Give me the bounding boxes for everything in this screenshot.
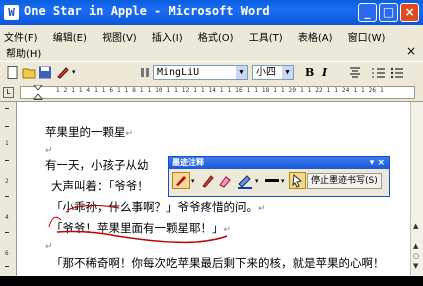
close-button[interactable]: × — [400, 3, 419, 22]
bulleted-list-icon[interactable] — [390, 66, 404, 79]
align-center-icon[interactable] — [348, 66, 362, 79]
save-icon[interactable] — [38, 66, 52, 79]
highlighter-icon[interactable] — [237, 172, 253, 189]
scroll-up-icon[interactable]: ▲ — [413, 222, 418, 230]
word-app-icon[interactable]: W — [4, 5, 19, 20]
menu-edit[interactable]: 编辑(E) — [53, 33, 87, 44]
toolbar-dropdown-icon[interactable]: ▾ — [72, 68, 76, 76]
vertical-scrollbar[interactable]: ▲ ▲ ○ ▼ — [410, 102, 423, 276]
chevron-down-icon[interactable]: ▼ — [282, 66, 293, 79]
close-document-button[interactable]: × — [406, 44, 416, 58]
menu-window[interactable]: 窗口(W) — [348, 33, 386, 44]
font-size-value: 小四 — [256, 67, 276, 78]
palette-close-icon[interactable]: ▾ × — [370, 157, 385, 169]
next-page-icon[interactable]: ▼ — [413, 262, 418, 270]
font-name-value: MingLiU — [157, 67, 200, 78]
chevron-down-icon[interactable]: ▼ — [236, 66, 247, 79]
word-window: W One Star in Apple - Microsoft Word _ □… — [0, 0, 423, 276]
browse-object-icon[interactable]: ○ — [413, 252, 419, 260]
title-bar[interactable]: W One Star in Apple - Microsoft Word _ □… — [0, 0, 423, 25]
indent-marker-icon[interactable] — [33, 85, 43, 100]
toolbar-options-icon[interactable] — [138, 66, 152, 79]
line-style-dropdown-icon[interactable]: ▾ — [281, 177, 285, 185]
palette-title: 墨迹注释 — [172, 158, 204, 167]
highlighter-dropdown-icon[interactable]: ▾ — [255, 177, 259, 185]
menu-help[interactable]: 帮助(H) — [6, 45, 41, 60]
menu-file[interactable]: 文件(F) — [4, 33, 38, 44]
ink-pen-icon[interactable] — [56, 66, 70, 79]
menu-insert[interactable]: 插入(I) — [152, 33, 183, 44]
pen-tool-icon[interactable] — [201, 172, 215, 189]
stop-inking-button[interactable]: 停止墨迹书写(S) — [307, 173, 382, 189]
horizontal-ruler[interactable]: L 1 2 1 1 4 1 1 6 1 1 8 1 1 10 1 1 12 1 … — [0, 84, 423, 102]
menu-bar: 文件(F) 编辑(E) 视图(V) 插入(I) 格式(O) 工具(T) 表格(A… — [0, 26, 423, 60]
open-folder-icon[interactable] — [22, 66, 36, 79]
menu-format[interactable]: 格式(O) — [198, 33, 234, 44]
menu-tools[interactable]: 工具(T) — [249, 33, 283, 44]
select-objects-icon[interactable] — [289, 172, 306, 189]
menu-table[interactable]: 表格(A) — [298, 33, 333, 44]
italic-button[interactable]: I — [322, 66, 327, 79]
window-title: One Star in Apple - Microsoft Word — [24, 4, 270, 18]
ink-pen-color-icon[interactable] — [172, 172, 190, 189]
maximize-button[interactable]: □ — [379, 3, 398, 22]
minimize-button[interactable]: _ — [358, 3, 377, 22]
menu-view[interactable]: 视图(V) — [102, 33, 137, 44]
tab-selector-icon[interactable]: L — [3, 87, 14, 98]
pen-dropdown-icon[interactable]: ▾ — [191, 177, 195, 185]
previous-page-icon[interactable]: ▲ — [413, 242, 418, 250]
new-document-icon[interactable] — [6, 66, 20, 79]
palette-titlebar[interactable]: 墨迹注释 ▾ × — [169, 157, 389, 169]
font-size-select[interactable]: 小四 ▼ — [252, 65, 294, 80]
bottom-strip — [0, 276, 423, 286]
formatting-toolbar: ▾ MingLiU ▼ 小四 ▼ B I — [0, 61, 423, 85]
font-name-select[interactable]: MingLiU ▼ — [153, 65, 248, 80]
numbered-list-icon[interactable] — [372, 66, 386, 79]
ruler-numbers: 1 2 1 1 4 1 1 6 1 1 8 1 1 10 1 1 12 1 1 … — [56, 87, 384, 94]
ink-annotation-palette: 墨迹注释 ▾ × ▾ ▾ ▾ 停止墨迹书写(S) — [168, 156, 390, 197]
vertical-ruler: 1 2 4 6 — [0, 102, 17, 276]
line-style-icon[interactable] — [264, 172, 280, 189]
bold-button[interactable]: B — [305, 66, 314, 79]
eraser-icon[interactable] — [217, 172, 231, 189]
